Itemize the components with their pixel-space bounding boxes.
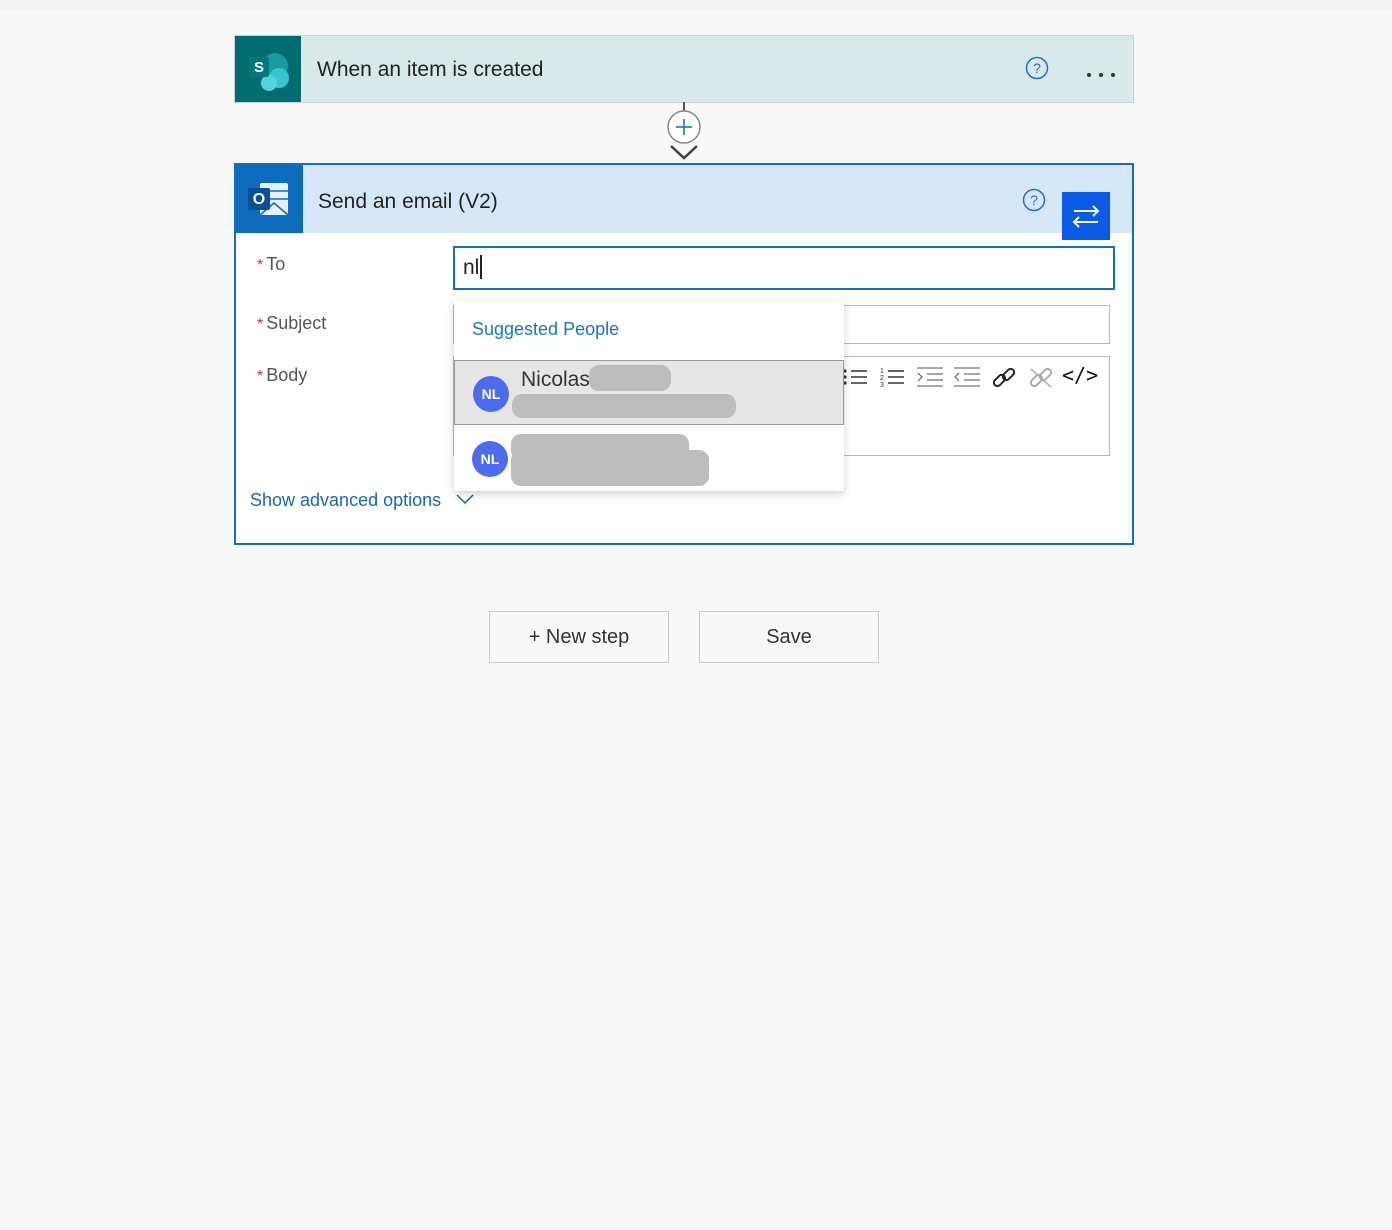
suggested-people-dropdown: Suggested People NL Nicolas NL <box>454 300 844 491</box>
trigger-title: When an item is created <box>317 58 544 81</box>
svg-text:3: 3 <box>880 382 884 389</box>
help-icon[interactable]: ? <box>1022 188 1046 217</box>
indent-icon[interactable] <box>915 365 945 394</box>
redacted-email <box>511 450 709 486</box>
outlook-letter: O <box>253 191 265 208</box>
show-advanced-options-link[interactable]: Show advanced options <box>250 488 474 511</box>
action-title: Send an email (V2) <box>318 190 498 213</box>
body-label: * Body <box>257 365 307 386</box>
svg-text:2: 2 <box>880 375 884 382</box>
swap-arrows-icon[interactable] <box>1062 192 1110 240</box>
outlook-icon: O <box>236 165 303 233</box>
to-label-text: To <box>266 254 286 274</box>
to-label: * To <box>257 254 285 275</box>
required-mark: * <box>257 257 264 274</box>
to-input[interactable]: nl <box>453 246 1115 290</box>
top-strip <box>0 0 1392 10</box>
redacted-name <box>589 365 671 391</box>
person-suggestion[interactable]: NL <box>454 426 844 491</box>
help-icon[interactable]: ? <box>1025 56 1049 85</box>
code-view-icon[interactable]: </> <box>1062 363 1098 387</box>
person-name: Nicolas <box>521 368 590 391</box>
svg-text:?: ? <box>1033 60 1041 76</box>
unlink-icon[interactable] <box>1027 365 1055 396</box>
to-input-value: nl <box>463 256 480 279</box>
more-icon[interactable] <box>1085 66 1117 84</box>
suggested-people-header: Suggested People <box>472 319 620 339</box>
advanced-label: Show advanced options <box>250 490 442 510</box>
svg-text:?: ? <box>1030 192 1038 208</box>
new-step-button[interactable]: + New step <box>489 611 669 663</box>
person-suggestion[interactable]: NL Nicolas <box>454 360 844 425</box>
save-button[interactable]: Save <box>699 611 879 663</box>
body-label-text: Body <box>266 365 308 385</box>
redacted-email <box>512 394 736 418</box>
required-mark: * <box>257 368 264 385</box>
numbered-list-icon[interactable]: 1 2 3 <box>879 365 907 394</box>
action-header: O Send an email (V2) ? <box>236 165 1132 233</box>
bullet-list-icon[interactable] <box>841 365 869 394</box>
avatar: NL <box>473 376 509 412</box>
link-icon[interactable] <box>990 365 1018 396</box>
avatar: NL <box>472 441 508 477</box>
required-mark: * <box>257 316 264 333</box>
outdent-icon[interactable] <box>952 365 982 394</box>
svg-text:1: 1 <box>880 368 884 375</box>
chevron-down-icon <box>456 488 474 509</box>
sharepoint-letter: S <box>254 59 264 76</box>
subject-label: * Subject <box>257 313 326 334</box>
text-caret <box>480 255 483 279</box>
subject-label-text: Subject <box>266 313 327 333</box>
sharepoint-icon: S <box>235 36 301 102</box>
trigger-card[interactable]: S When an item is created ? <box>234 35 1134 103</box>
